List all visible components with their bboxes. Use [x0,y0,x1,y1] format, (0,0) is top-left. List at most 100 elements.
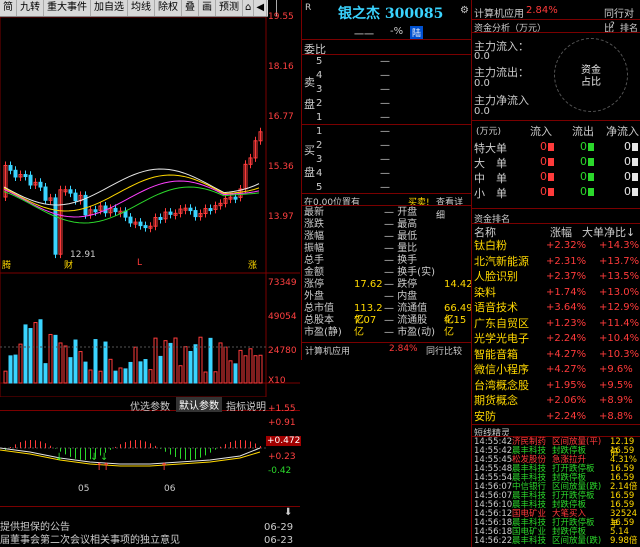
buy-row[interactable]: 4— [302,167,472,180]
sector-row[interactable]: 人脸识别 +2.37% +13.5% [472,269,640,284]
volume-bar [49,334,52,383]
optimal-params-button[interactable]: 优选参数 [130,398,170,413]
news-item[interactable]: 届董事会第二次会议相关事项的独立意见 06-23 [0,534,300,547]
flow-col-out: 流出 [572,123,594,139]
toolbar-btn-nine[interactable]: 九转 [17,0,44,16]
ind-tick: +1.55 [268,404,296,414]
volume-bar [59,343,62,383]
volume-bar [129,362,132,383]
news-item[interactable]: 提供担保的公告 06-29 [0,521,300,534]
toolbar-btn-ma[interactable]: 均线 [128,0,155,16]
news-panel: ⬇ 提供担保的公告 06-29 届董事会第二次会议相关事项的独立意见 06-23 [0,506,300,547]
volume-bar [119,368,122,383]
sell-row[interactable]: 2— [302,97,472,110]
price-tick: 15.36 [268,162,294,172]
sector-row[interactable]: 光学光电子 +2.24% +10.4% [472,331,640,346]
sector-compare[interactable]: 同行比较 [426,344,462,357]
volume-bar [244,356,247,383]
volume-bar [209,338,212,383]
volume-bar [154,338,157,383]
stat-left: 市盈(静) [304,327,384,339]
rank-link[interactable]: 排名 [620,21,638,34]
buy-row[interactable]: 2— [302,139,472,152]
sell-row[interactable]: 5— [302,55,472,68]
help-icon[interactable]: ? [610,21,615,31]
candle [9,165,12,170]
buy-row[interactable]: 1— [302,125,472,138]
low-label: 12.91 [70,250,96,260]
stat-left: 外盘 [304,291,384,303]
volume-bar [44,364,47,383]
stat-left: 涨停 17.62 [304,279,384,291]
volume-bar [14,355,17,383]
candle [129,217,132,223]
indicator-help-button[interactable]: 指标说明 [226,398,266,413]
candle [94,210,97,212]
sector-row[interactable]: 安防 +2.24% +8.8% [472,409,640,424]
stock-name: 银之杰 300085 [338,3,443,23]
volume-bar [109,359,112,383]
stat-left: 总市值 113.2亿 [304,303,384,315]
toolbar-btn-add-favorite[interactable]: 加自选 [91,0,128,16]
stat-right: — 换手 [384,255,470,267]
kline-chart[interactable] [0,17,300,397]
sell-row[interactable]: 1— [302,111,472,124]
sector-row[interactable]: 台湾概念股 +1.95% +9.5% [472,378,640,393]
stat-left: 涨跌 [304,219,384,231]
volume-bar [169,343,172,383]
sector-row[interactable]: 北汽新能源 +2.31% +13.7% [472,254,640,269]
volume-bar [89,370,92,383]
volume-bar [19,344,22,383]
marker-3[interactable]: L [137,258,142,268]
sector-row[interactable]: 钛白粉 +2.32% +14.3% [472,238,640,253]
toolbar-btn-draw[interactable]: 画 [199,0,216,16]
buy-row[interactable]: 3— [302,153,472,166]
toolbar-btn-overlay[interactable]: 叠 [182,0,199,16]
indicator-chart[interactable]: ↓ ↓ ↓ ↑ ↑ ↑ [0,412,266,484]
code-prefix: R [305,3,311,13]
volume-bar [134,347,137,383]
sector-row[interactable]: 广东自贸区 +1.23% +11.4% [472,316,640,331]
sector-row[interactable]: 期货概念 +2.06% +8.9% [472,393,640,408]
default-params-button[interactable]: 默认参数 [176,397,222,412]
speaker-icon[interactable]: ◀ [254,0,267,16]
volume-bar [184,347,187,383]
volume-bar [69,358,72,383]
volume-bar [79,352,82,383]
sell-row[interactable]: 3— [302,83,472,96]
sector-row[interactable]: 语音技术 +3.64% +12.9% [472,300,640,315]
volume-bar [9,356,12,383]
right-panel: 计算机应用 2.84% 同行对比 资金分析（万元） ? 排名 主力流入： 0.0… [471,0,640,547]
marker-2[interactable]: 财 [64,258,73,271]
volume-bar [159,356,162,383]
candle [234,197,237,199]
stat-right: — 最高 [384,219,470,231]
toolbar-btn-simple[interactable]: 简 [0,0,17,16]
sector-name[interactable]: 计算机应用 [305,344,350,357]
candle [54,198,57,254]
volume-bar [84,362,87,383]
sector-row[interactable]: 智能音箱 +4.27% +10.3% [472,347,640,362]
elf-row[interactable]: 14:56:22 晨丰科技 区间放量(跌) 9.98倍 [472,536,640,547]
gear-icon[interactable]: ⚙ [460,5,469,16]
vol-tick: 24780 [268,346,297,356]
sector-title[interactable]: 计算机应用 [474,5,524,20]
toolbar-btn-events[interactable]: 重大事件 [44,0,91,16]
toolbar-btn-exright[interactable]: 除权 [155,0,182,16]
marker-1[interactable]: 腾 [2,258,11,271]
download-icon[interactable]: ⬇ [284,507,292,518]
sector-row[interactable]: 染料 +1.74% +13.0% [472,285,640,300]
volume-bar [29,329,32,383]
stat-right: — 开盘 [384,207,470,219]
flag-badge: 陆 [410,26,423,39]
candle [159,217,162,219]
toolbar-btn-predict[interactable]: 预测 [216,0,243,16]
volume-bar [214,372,217,383]
down-arrow-icon: ↓ [55,452,63,463]
marker-4[interactable]: 涨 [248,258,257,271]
sell-row[interactable]: 4— [302,69,472,82]
lock-icon[interactable]: ⌂ [243,0,254,16]
candle [44,187,47,200]
candle [194,211,197,217]
sector-row[interactable]: 微信小程序 +4.27% +9.6% [472,362,640,377]
